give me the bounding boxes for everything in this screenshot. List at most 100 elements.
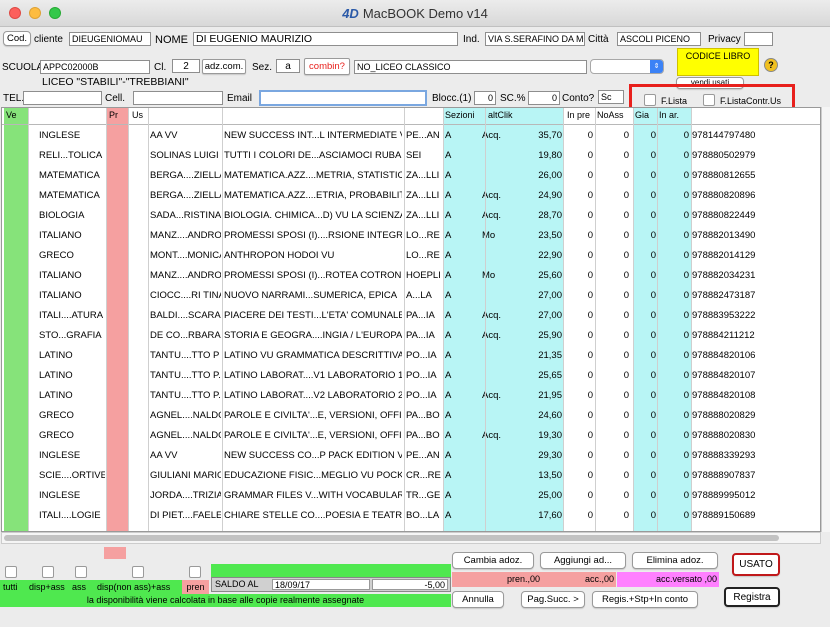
disp-ass-checkbox[interactable] (42, 566, 54, 578)
tutti-checkbox[interactable] (5, 566, 17, 578)
pren-checkbox[interactable] (189, 566, 201, 578)
citta-field[interactable]: ASCOLI PICENO (617, 32, 701, 46)
ind-field[interactable]: VIA S.SERAFINO DA MO (485, 32, 585, 46)
window-title: 4D MacBOOK Demo v14 (0, 6, 830, 21)
cell-sez: A (445, 490, 452, 501)
usato-button[interactable]: USATO (732, 553, 780, 576)
table-row[interactable]: INGLESE AA VV NEW SUCCESS INT...L INTERMED… (2, 125, 820, 145)
cell-mat: LATINO (39, 350, 73, 361)
cambia-adoz-button[interactable]: Cambia adoz. (452, 552, 534, 569)
flista-checkbox[interactable] (644, 94, 656, 106)
cl-field[interactable]: 2 (172, 59, 200, 73)
table-row[interactable]: ITALIANO MANZ....ANDRO PROMESSI SPOSI (I).… (2, 265, 820, 285)
cell-label: Cell. (105, 93, 126, 104)
sc-field[interactable]: 0 (528, 91, 560, 105)
cell-pr: 27,00 (538, 290, 562, 301)
ass-checkbox[interactable] (75, 566, 87, 578)
table-row[interactable]: ITALI....ATURA BALDI....SCARA PIACERE DEI … (2, 305, 820, 325)
table-row[interactable]: ITALIANO CIOCC....RI TINA NUOVO NARRAMI...… (2, 285, 820, 305)
window-title-text: MacBOOK Demo v14 (362, 6, 488, 21)
table-row[interactable]: INGLESE JORDA....TRIZIA GRAMMAR FILES V...… (2, 485, 820, 505)
horizontal-scrollbar[interactable] (1, 532, 821, 544)
table-row[interactable]: ITALI....LOGIE DI PIET....FAELE CHIARE STE… (2, 505, 820, 525)
header-us[interactable]: Us (132, 110, 143, 120)
blocc-field[interactable]: 0 (474, 91, 496, 105)
aggiungi-adoz-button[interactable]: Aggiungi ad... (540, 552, 626, 569)
cell-pr: 13,50 (538, 470, 562, 481)
conto-field[interactable]: Sc (598, 90, 624, 104)
cell-aut: BERGA....ZIELLA (150, 190, 221, 201)
cell-gia: 0 (650, 350, 656, 361)
cell-gia: 0 (650, 170, 656, 181)
table-row[interactable]: LATINO TANTU....TTO P LATINO VU GRAMMATICA… (2, 345, 820, 365)
table-row[interactable]: GRECO MONT....MONICA ANTHROPON HODOI VU LO.… (2, 245, 820, 265)
table-row[interactable]: LATINO TANTU....TTO P. LATINO LABORAT....V… (2, 365, 820, 385)
cell-inar: 0 (683, 450, 689, 461)
cell-pr: 25,90 (538, 330, 562, 341)
codice-libro-field[interactable]: CODICE LIBRO (677, 48, 759, 76)
tutti-label[interactable]: tutti (3, 580, 18, 594)
scuola-tipo-field[interactable]: NO_LICEO CLASSICO (354, 60, 587, 74)
annulla-button[interactable]: Annulla (452, 591, 504, 608)
cell-mat: ITALI....ATURA (39, 310, 104, 321)
flistacontr-checkbox[interactable] (703, 94, 715, 106)
table-row[interactable]: BIOLOGIA SADA...RISTINA BIOLOGIA. CHIMICA.… (2, 205, 820, 225)
chevron-updown-icon: ⇕ (650, 60, 663, 73)
registra-button[interactable]: Registra (724, 587, 780, 607)
table-row[interactable]: MATEMATICA BERGA....ZIELLA MATEMATICA.AZZ.… (2, 185, 820, 205)
header-pr[interactable]: Pr (109, 110, 118, 120)
table-row[interactable]: SCIE....ORTIVE GIULIANI MARIO EDUCAZIONE F… (2, 465, 820, 485)
ass-label[interactable]: ass (72, 580, 86, 594)
header-sezioni[interactable]: Sezioni (445, 110, 475, 120)
cell-inar: 0 (683, 370, 689, 381)
scuola-code-field[interactable]: APPC02000B (40, 60, 150, 74)
cell-aut: BERGA....ZIELLA (150, 170, 221, 181)
elimina-adoz-button[interactable]: Elimina adoz. (632, 552, 718, 569)
acc-versato-value: acc.versato ,00 (617, 572, 719, 587)
cell-ed: ZA...LLI (406, 190, 440, 201)
cell-field[interactable] (133, 91, 223, 105)
header-in-pre[interactable]: In pre (567, 110, 590, 120)
cod-button[interactable]: Cod. (3, 31, 31, 46)
blocc-label: Blocc.(1) (432, 93, 472, 104)
cell-inpre: 0 (587, 370, 593, 381)
regis-stp-button[interactable]: Regis.+Stp+In conto (592, 591, 698, 608)
cell-aut: CIOCC....RI TINA (150, 290, 221, 301)
table-row[interactable]: ITALIANO MANZ....ANDRO PROMESSI SPOSI (I).… (2, 225, 820, 245)
help-icon[interactable]: ? (764, 58, 778, 72)
disp-non-checkbox[interactable] (132, 566, 144, 578)
tel-field[interactable] (23, 91, 102, 105)
pren-label[interactable]: pren (182, 580, 209, 594)
nome-field[interactable]: DI EUGENIO MAURIZIO (193, 32, 458, 46)
table-row[interactable]: LATINO TANTU....TTO P. LATINO LABORAT....V… (2, 385, 820, 405)
table-row[interactable]: INGLESE AA VV NEW SUCCESS CO...P PACK EDIT… (2, 445, 820, 465)
table-row[interactable]: RELI...TOLICA SOLINAS LUIGI TUTTI I COLORI… (2, 145, 820, 165)
scuola-select[interactable]: ⇕ (590, 59, 664, 74)
header-gia[interactable]: Gia (635, 110, 649, 120)
table-row[interactable]: MATEMATICA BERGA....ZIELLA MATEMATICA.AZZ.… (2, 165, 820, 185)
disp-non-label[interactable]: disp(non ass)+ass (97, 580, 170, 594)
table-row[interactable]: GRECO AGNEL....NALDO PAROLE E CIVILTA'...E… (2, 425, 820, 445)
cliente-code-field[interactable]: DIEUGENIOMAU (69, 32, 151, 46)
cell-inar: 0 (683, 430, 689, 441)
pag-succ-button[interactable]: Pag.Succ. > (521, 591, 585, 608)
header-in-ar-[interactable]: In ar. (659, 110, 679, 120)
cell-ed: PO...IA (406, 390, 437, 401)
header-noass[interactable]: NoAss (597, 110, 624, 120)
vertical-scrollbar[interactable] (821, 107, 830, 532)
table-row[interactable]: STO...GRAFIA DE CO...RBARA STORIA E GEOGRA… (2, 325, 820, 345)
cell-gia: 0 (650, 510, 656, 521)
email-field[interactable] (259, 90, 427, 106)
cell-inar: 0 (683, 250, 689, 261)
adz-com-button[interactable]: adz.com. (202, 59, 246, 74)
privacy-field[interactable] (744, 32, 773, 46)
combin-button[interactable]: combin? (304, 58, 350, 75)
header-altclik[interactable]: altClik (488, 110, 513, 120)
table-row[interactable]: GRECO AGNEL....NALDO PAROLE E CIVILTA'...E… (2, 405, 820, 425)
books-table[interactable]: Ve Pr Us Sezioni altClik In pre NoAss Gia In ar.… (1, 107, 821, 532)
sez-field[interactable]: a (276, 59, 300, 73)
sc-label: SC.% (500, 93, 526, 104)
horizontal-scroll-thumb[interactable] (4, 535, 779, 541)
disp-ass-label[interactable]: disp+ass (29, 580, 65, 594)
header-ve[interactable]: Ve (6, 110, 17, 120)
